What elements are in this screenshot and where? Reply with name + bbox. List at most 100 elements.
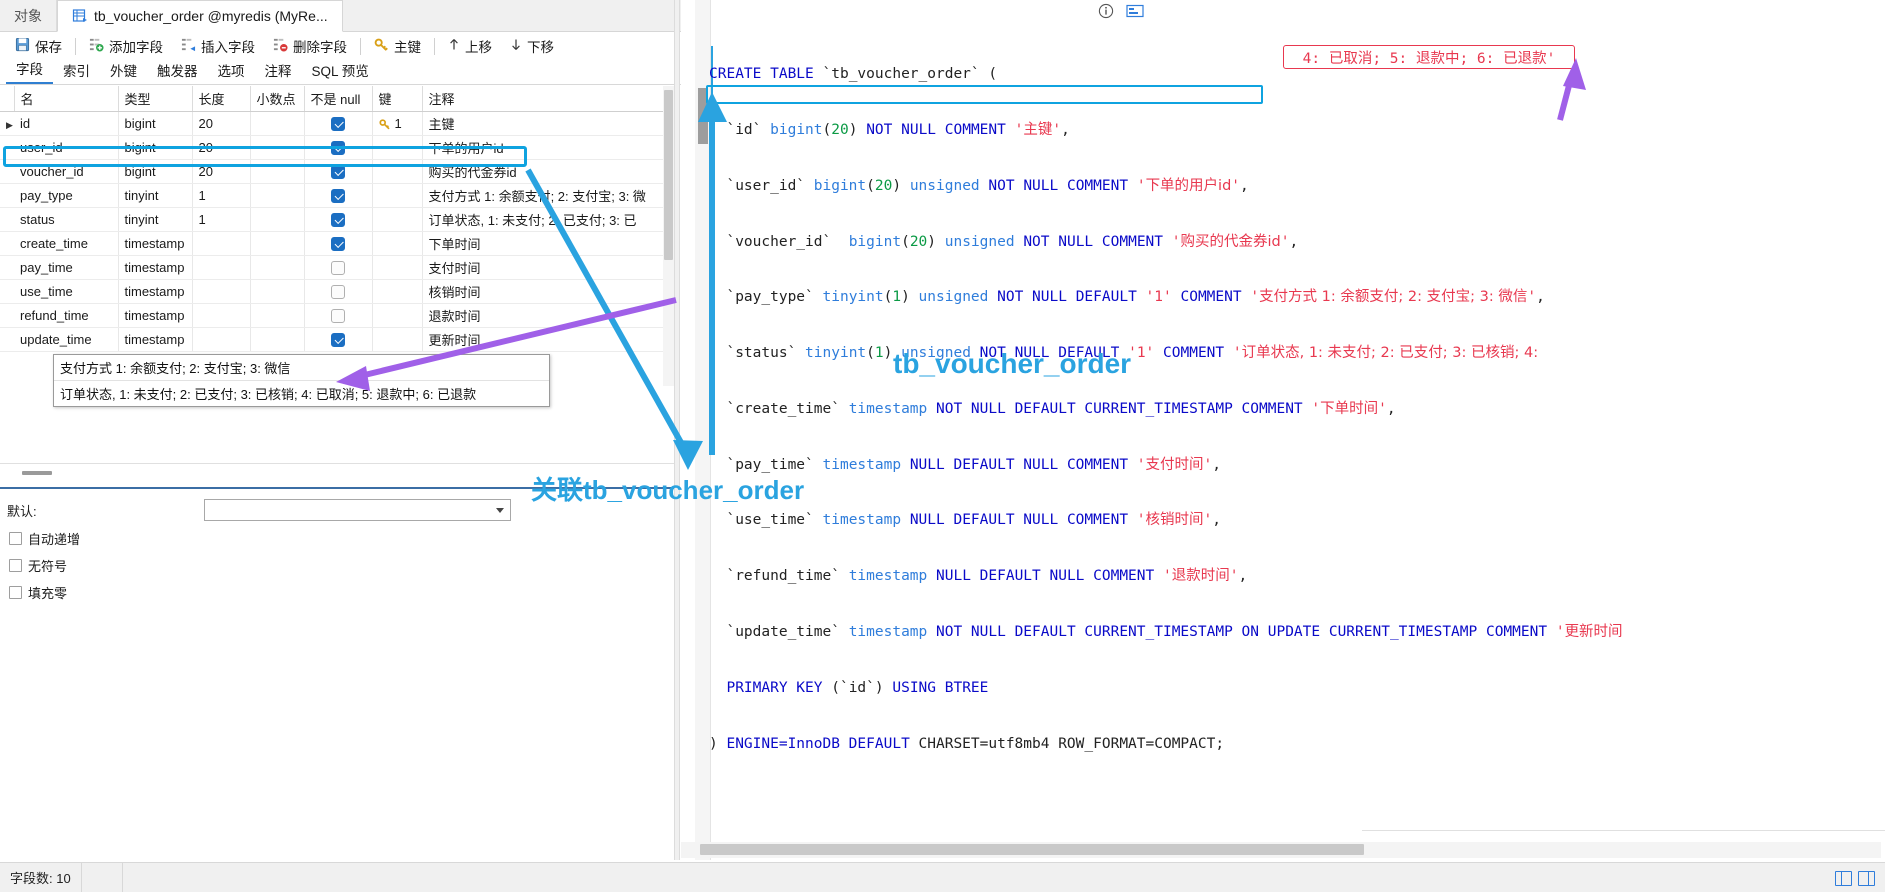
cell-type[interactable]: timestamp [118,327,193,352]
subtab-fields[interactable]: 字段 [6,56,53,84]
cell-notnull[interactable] [304,279,373,304]
tab-objects[interactable]: 对象 [0,0,57,31]
subtab-sql-preview[interactable]: SQL 预览 [302,58,379,84]
cell-length[interactable]: 1 [192,183,251,208]
cell-notnull[interactable] [304,183,373,208]
grid-header-key[interactable]: 键 [372,86,423,112]
cell-type[interactable]: tinyint [118,207,193,232]
cell-key[interactable] [372,255,423,280]
cell-comment[interactable]: 订单状态, 1: 未支付; 2: 已支付; 3: 已 [422,207,675,232]
checkbox-checked-icon[interactable] [331,213,345,228]
cell-notnull[interactable] [304,303,373,328]
cell-key[interactable] [372,327,423,352]
cell-length[interactable] [192,303,251,328]
grid-header-decimals[interactable]: 小数点 [250,86,305,112]
cell-comment[interactable]: 主键 [422,111,675,136]
cell-type[interactable]: bigint [118,111,193,136]
cell-name[interactable]: user_id [14,135,119,160]
cell-length[interactable] [192,279,251,304]
cell-length[interactable]: 20 [192,159,251,184]
cell-comment[interactable]: 更新时间 [422,327,675,352]
checkbox-checked-icon[interactable] [331,237,345,252]
auto-increment-checkbox[interactable] [9,532,22,545]
cell-notnull[interactable] [304,159,373,184]
sql-horizontal-scrollbar-thumb[interactable] [700,844,1364,855]
cell-decimals[interactable] [250,255,305,280]
table-row[interactable]: voucher_id bigint 20 购买的代金券id [0,159,675,184]
cell-key[interactable] [372,135,423,160]
primary-key-button[interactable]: 主键 [365,34,430,58]
cell-length[interactable] [192,231,251,256]
cell-name[interactable]: create_time [14,231,119,256]
cell-comment[interactable]: 购买的代金券id [422,159,675,184]
cell-decimals[interactable] [250,327,305,352]
cell-key[interactable] [372,183,423,208]
split-view-right-icon[interactable] [1858,870,1875,886]
subtab-foreign-keys[interactable]: 外键 [100,58,147,84]
cell-name[interactable]: pay_type [14,183,119,208]
cell-type[interactable]: timestamp [118,279,193,304]
grid-header-comment[interactable]: 注释 [422,86,675,112]
cell-key[interactable] [372,207,423,232]
move-down-button[interactable]: 下移 [501,34,563,58]
grid-header-length[interactable]: 长度 [192,86,251,112]
table-row[interactable]: user_id bigint 20 下单的用户id [0,135,675,160]
cell-comment[interactable]: 支付方式 1: 余额支付; 2: 支付宝; 3: 微 [422,183,675,208]
cell-key[interactable] [372,279,423,304]
grid-header-name[interactable]: 名 [14,86,119,112]
cell-name[interactable]: voucher_id [14,159,119,184]
cell-name[interactable]: refund_time [14,303,119,328]
cell-notnull[interactable] [304,135,373,160]
table-row[interactable]: pay_time timestamp 支付时间 [0,255,675,280]
checkbox-unchecked-icon[interactable] [331,285,345,300]
cell-decimals[interactable] [250,279,305,304]
unsigned-row[interactable]: 无符号 [0,552,674,579]
insert-field-button[interactable]: 插入字段 [172,34,264,58]
cell-name[interactable]: use_time [14,279,119,304]
grid-header-notnull[interactable]: 不是 null [304,86,373,112]
info-icon[interactable] [1098,3,1114,22]
subtab-options[interactable]: 选项 [208,58,255,84]
cell-type[interactable]: tinyint [118,183,193,208]
zerofill-row[interactable]: 填充零 [0,579,674,606]
table-row[interactable]: create_time timestamp 下单时间 [0,231,675,256]
cell-notnull[interactable] [304,255,373,280]
default-value-select[interactable] [204,499,511,521]
grid-header-type[interactable]: 类型 [118,86,193,112]
cell-type[interactable]: bigint [118,159,193,184]
cell-comment[interactable]: 下单时间 [422,231,675,256]
split-view-left-icon[interactable] [1835,870,1852,886]
checkbox-checked-icon[interactable] [331,333,345,348]
checkbox-unchecked-icon[interactable] [331,261,345,276]
cell-decimals[interactable] [250,135,305,160]
cell-type[interactable]: timestamp [118,231,193,256]
checkbox-checked-icon[interactable] [331,117,345,132]
cell-decimals[interactable] [250,231,305,256]
cell-length[interactable] [192,255,251,280]
cell-decimals[interactable] [250,111,305,136]
cell-comment[interactable]: 退款时间 [422,303,675,328]
fields-grid[interactable]: 名 类型 长度 小数点 不是 null 键 注释 ▶ id bigint 20 1 主键 u… [0,86,675,352]
cell-decimals[interactable] [250,207,305,232]
cell-notnull[interactable] [304,327,373,352]
cell-name[interactable]: id [14,111,119,136]
cell-decimals[interactable] [250,183,305,208]
table-row[interactable]: use_time timestamp 核销时间 [0,279,675,304]
sql-format-icon[interactable] [1126,3,1144,22]
tab-table-designer[interactable]: tb_voucher_order @myredis (MyRe... [57,0,343,32]
add-field-button[interactable]: 添加字段 [80,34,172,58]
save-button[interactable]: 保存 [6,34,71,58]
cell-key[interactable] [372,231,423,256]
subtab-indexes[interactable]: 索引 [53,58,100,84]
table-row[interactable]: pay_type tinyint 1 支付方式 1: 余额支付; 2: 支付宝; 3:… [0,183,675,208]
cell-notnull[interactable] [304,207,373,232]
table-row[interactable]: status tinyint 1 订单状态, 1: 未支付; 2: 已支付; 3: 已 [0,207,675,232]
table-row[interactable]: update_time timestamp 更新时间 [0,327,675,352]
vertical-splitter[interactable] [674,0,680,860]
unsigned-checkbox[interactable] [9,559,22,572]
zerofill-checkbox[interactable] [9,586,22,599]
checkbox-checked-icon[interactable] [331,165,345,180]
table-row[interactable]: ▶ id bigint 20 1 主键 [0,111,675,136]
chevron-down-icon[interactable] [496,507,504,513]
grid-vertical-scrollbar-thumb[interactable] [664,90,673,260]
